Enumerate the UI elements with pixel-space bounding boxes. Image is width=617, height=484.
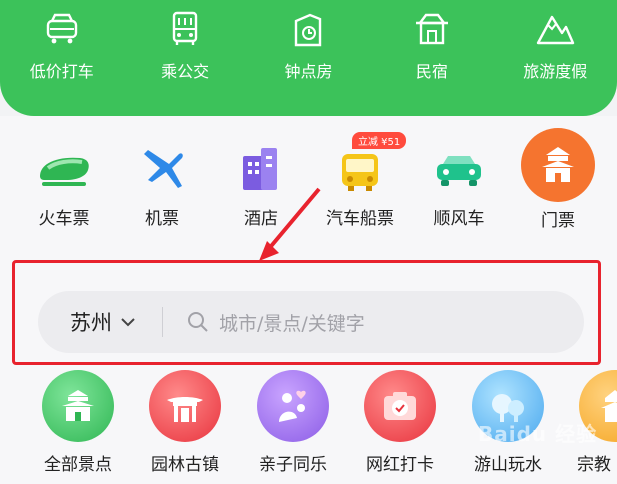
- nav-label: 乘公交: [161, 62, 210, 81]
- category-label: 园林古镇: [151, 455, 219, 475]
- mountain-icon: [534, 10, 576, 48]
- carpool-icon: [429, 140, 489, 200]
- nav-label: 低价打车: [29, 62, 94, 81]
- service-label: 门票: [541, 211, 575, 231]
- search-icon: [188, 312, 208, 332]
- divider: [162, 307, 163, 337]
- search-bar[interactable]: 苏州 城市/景点/关键字: [38, 291, 584, 353]
- category-label: 全部景点: [44, 455, 112, 475]
- all-attractions-icon: [42, 370, 114, 442]
- service-flight[interactable]: 机票: [114, 140, 210, 229]
- discount-badge: 立减 ¥51: [352, 132, 407, 149]
- hourly-room-icon: [287, 10, 329, 48]
- nav-homestay[interactable]: 民宿: [370, 10, 493, 82]
- service-label: 机票: [145, 209, 179, 229]
- category-label: 宗教: [577, 455, 611, 475]
- nav-travel-vacation[interactable]: 旅游度假: [494, 10, 617, 82]
- watermark: Baidu 经验: [478, 422, 598, 446]
- nav-label: 钟点房: [284, 62, 333, 81]
- service-label: 汽车船票: [326, 209, 394, 229]
- city-name: 苏州: [70, 311, 112, 335]
- service-carpool[interactable]: 顺风车: [411, 140, 507, 229]
- family-icon: [257, 370, 329, 442]
- bus-icon: [164, 10, 206, 48]
- service-ticket[interactable]: 门票: [510, 128, 606, 231]
- nav-bus[interactable]: 乘公交: [123, 10, 246, 82]
- top-nav-bar: 低价打车 乘公交 钟点房 民宿 旅游度假: [0, 0, 617, 116]
- service-label: 顺风车: [433, 209, 485, 229]
- coach-icon: 立减 ¥51: [330, 132, 407, 200]
- camera-checkin-icon: [364, 370, 436, 442]
- category-label: 亲子同乐: [259, 455, 327, 475]
- city-selector[interactable]: 苏州: [70, 307, 136, 337]
- nav-label: 民宿: [415, 62, 448, 81]
- category-family[interactable]: 亲子同乐: [245, 370, 341, 475]
- nav-cheap-taxi[interactable]: 低价打车: [0, 10, 123, 82]
- category-checkin[interactable]: 网红打卡: [352, 370, 448, 475]
- car-icon: [41, 10, 83, 48]
- search-input[interactable]: 城市/景点/关键字: [219, 309, 365, 336]
- service-label: 火车票: [38, 209, 90, 229]
- category-label: 网红打卡: [366, 455, 434, 475]
- train-icon: [34, 140, 94, 200]
- nav-hourly-room[interactable]: 钟点房: [247, 10, 370, 82]
- homestay-icon: [411, 10, 453, 48]
- service-train[interactable]: 火车票: [16, 140, 112, 229]
- garden-town-icon: [149, 370, 221, 442]
- chevron-down-icon: [121, 318, 135, 327]
- category-label: 游山玩水: [474, 455, 542, 475]
- ticket-temple-icon: [521, 128, 595, 202]
- airplane-icon: [132, 140, 192, 200]
- category-all-attractions[interactable]: 全部景点: [30, 370, 126, 475]
- category-garden-town[interactable]: 园林古镇: [137, 370, 233, 475]
- annotation-arrow-icon: [259, 187, 321, 261]
- nav-label: 旅游度假: [523, 62, 588, 81]
